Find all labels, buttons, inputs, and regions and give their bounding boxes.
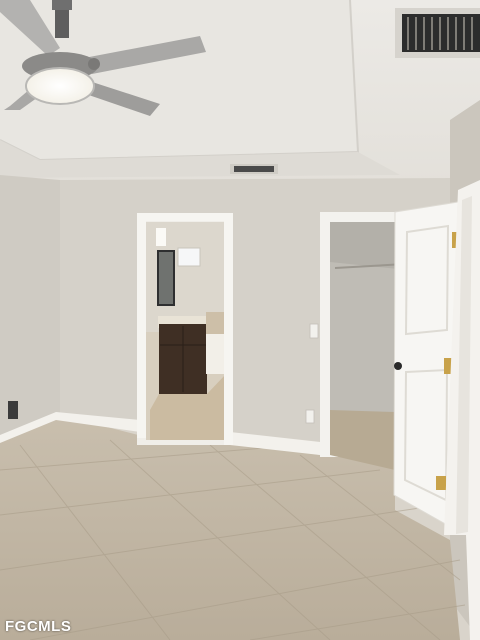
ceiling-vent-large	[395, 8, 480, 58]
room-illustration	[0, 0, 480, 640]
wall-outlet	[305, 409, 315, 424]
bathroom-doorway	[137, 213, 233, 445]
door-hinge-bottom	[436, 476, 446, 490]
bathtub	[206, 334, 226, 374]
left-wall	[0, 175, 60, 440]
ceiling-vent-small	[230, 164, 278, 174]
fan-light	[25, 67, 95, 105]
door-knob[interactable]	[394, 362, 402, 370]
bathroom-window	[177, 247, 201, 267]
cable-outlet	[8, 401, 18, 419]
wall-sconce	[156, 228, 166, 246]
room-photo: FGCMLS	[0, 0, 480, 640]
light-switch[interactable]	[309, 323, 319, 339]
watermark-text: FGCMLS	[5, 618, 72, 635]
